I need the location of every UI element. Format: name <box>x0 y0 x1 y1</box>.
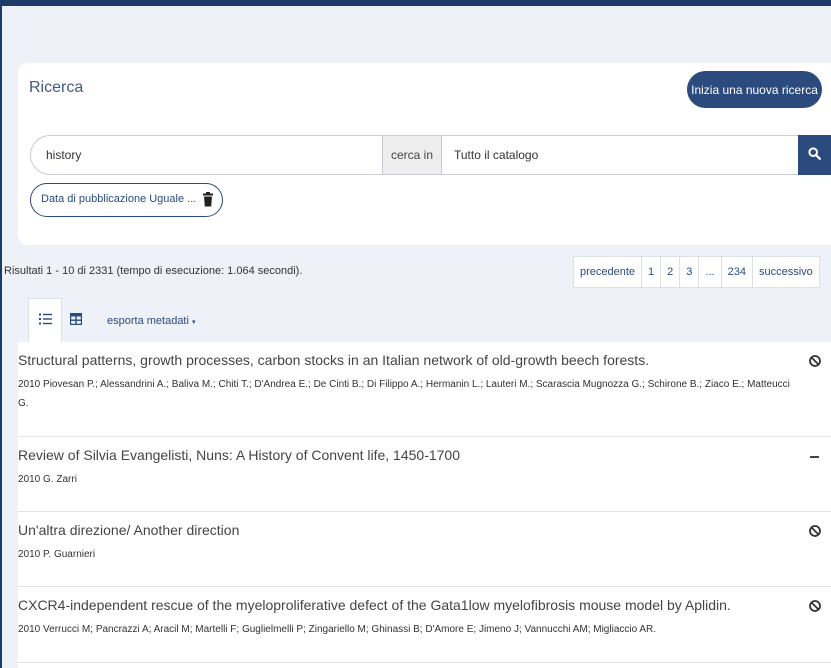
result-meta: 2010 Piovesan P.; Alessandrini A.; Baliv… <box>18 379 790 409</box>
result-meta: 2010 Verrucci M; Pancrazzi A; Aracil M; … <box>18 624 657 635</box>
result-item: Structural patterns, growth processes, c… <box>18 342 831 437</box>
top-bar <box>0 0 831 6</box>
restricted-icon <box>809 600 821 612</box>
result-meta: 2010 G. Zarri <box>18 474 77 485</box>
restricted-icon <box>809 525 821 537</box>
results-list: Structural patterns, growth processes, c… <box>18 342 831 668</box>
caret-down-icon: ▾ <box>192 319 196 326</box>
left-edge <box>0 0 2 668</box>
export-metadata-dropdown[interactable]: esporta metadati ▾ <box>107 315 196 327</box>
cerca-in-label: cerca in <box>382 136 442 174</box>
tab-list-view[interactable] <box>28 298 62 342</box>
search-panel: Ricerca Inizia una nuova ricerca history… <box>18 63 831 245</box>
result-title[interactable]: Un'altra direzione/ Another direction <box>18 522 788 538</box>
search-input[interactable]: history <box>46 136 81 174</box>
search-icon <box>808 147 821 160</box>
pagination: precedente 1 2 3 ... 234 successivo <box>573 256 820 288</box>
grid-icon[interactable] <box>70 313 82 325</box>
new-search-button[interactable]: Inizia una nuova ricerca <box>687 71 822 108</box>
result-title[interactable]: CXCR4-independent rescue of the myelopro… <box>18 597 788 613</box>
restricted-icon <box>809 355 821 367</box>
trash-icon[interactable] <box>203 192 213 207</box>
result-item: Un'altra direzione/ Another direction 20… <box>18 512 831 587</box>
result-title[interactable]: Structural patterns, growth processes, c… <box>18 352 788 368</box>
dash-icon <box>810 456 819 458</box>
page-2[interactable]: 2 <box>660 257 679 287</box>
page-prev[interactable]: precedente <box>574 257 641 287</box>
export-metadata-label: esporta metadati <box>107 315 189 327</box>
page-234[interactable]: 234 <box>720 257 752 287</box>
panel-title: Ricerca <box>29 79 84 96</box>
page-next[interactable]: successivo <box>751 257 819 287</box>
filter-pill[interactable]: Data di pubblicazione Uguale ... <box>30 183 223 217</box>
result-title[interactable]: Review of Silvia Evangelisti, Nuns: A Hi… <box>18 447 788 463</box>
result-item: CXCR4-independent rescue of the myelopro… <box>18 587 831 663</box>
result-item: Review of Silvia Evangelisti, Nuns: A Hi… <box>18 437 831 512</box>
page-1[interactable]: 1 <box>641 257 660 287</box>
list-icon <box>39 313 52 325</box>
search-bar: history cerca in Tutto il catalogo <box>30 135 831 175</box>
search-button[interactable] <box>798 135 831 175</box>
filter-label: Data di pubblicazione Uguale ... <box>41 193 197 205</box>
result-meta: 2010 P. Guarnieri <box>18 549 96 560</box>
page-3[interactable]: 3 <box>679 257 698 287</box>
page-ellipsis: ... <box>698 257 720 287</box>
scope-select[interactable]: Tutto il catalogo <box>454 136 538 174</box>
results-summary: Risultati 1 - 10 di 2331 (tempo di esecu… <box>4 265 303 277</box>
